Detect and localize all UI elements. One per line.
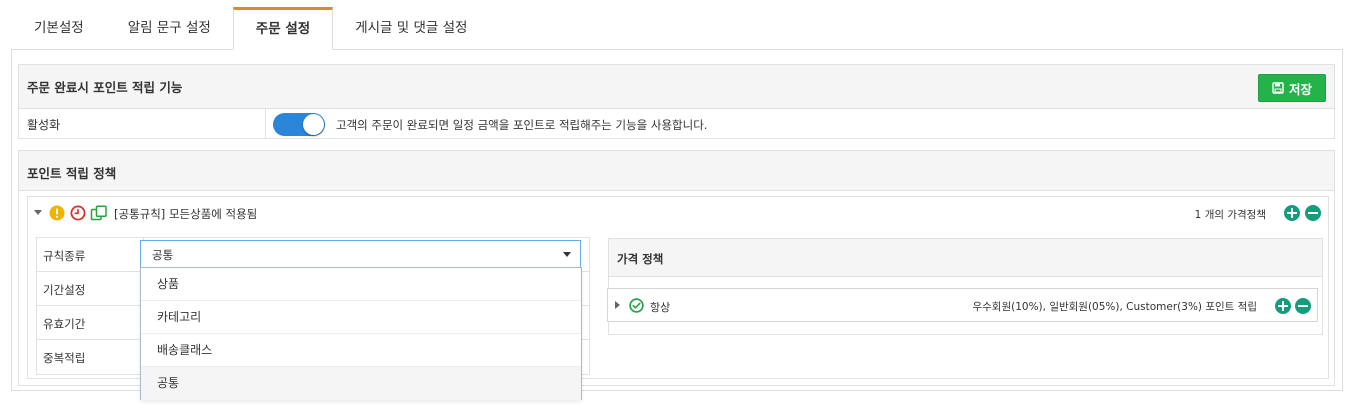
warning-icon[interactable] <box>49 205 65 221</box>
duplicate-label: 중복적립 <box>43 351 86 365</box>
save-icon <box>1272 82 1284 94</box>
point-policy-header: 포인트 적립 정책 <box>19 151 1334 191</box>
price-policy-name: 항상 <box>650 301 671 314</box>
save-button-label: 저장 <box>1288 81 1312 97</box>
rule-type-label: 규칙종류 <box>43 249 86 263</box>
validity-label: 유효기간 <box>43 317 86 331</box>
rule-header: [공통규칙] 모든상품에 적용됨 1 개의 가격정책 <box>28 197 1328 229</box>
tab-basic-settings[interactable]: 기본설정 <box>12 7 106 50</box>
price-policy-count: 1 개의 가격정책 <box>1194 209 1266 221</box>
activation-description: 고객의 주문이 완료되면 일정 금액을 포인트로 적립해주는 기능을 사용합니다… <box>336 118 708 132</box>
tab-bar: 기본설정 알림 문구 설정 주문 설정 게시글 및 댓글 설정 <box>12 7 489 50</box>
point-feature-title: 주문 완료시 포인트 적립 기능 <box>27 80 183 95</box>
collapse-caret-icon[interactable] <box>34 210 42 215</box>
price-policy-header: 가격 정책 <box>609 239 1322 277</box>
toggle-knob <box>303 114 324 135</box>
minus-circle-icon[interactable] <box>1305 205 1321 221</box>
point-feature-panel: 주문 완료시 포인트 적립 기능 저장 활성화 고객의 주문이 완료되면 일정 … <box>18 64 1335 139</box>
clock-icon[interactable] <box>70 205 86 221</box>
tab-notification-text[interactable]: 알림 문구 설정 <box>106 7 233 50</box>
plus-circle-icon[interactable] <box>1284 205 1300 221</box>
price-policy-description: 우수회원(10%), 일반회원(05%), Customer(3%) 포인트 적… <box>972 301 1257 313</box>
minus-circle-icon[interactable] <box>1295 298 1311 314</box>
tab-post-comment-settings[interactable]: 게시글 및 댓글 설정 <box>333 7 489 50</box>
dropdown-option-category[interactable]: 카테고리 <box>141 301 581 334</box>
price-policy-title: 가격 정책 <box>617 252 664 266</box>
price-policy-item[interactable]: 항상 우수회원(10%), 일반회원(05%), Customer(3%) 포인… <box>607 288 1318 322</box>
rule-type-dropdown: 상품 카테고리 배송클래스 공통 <box>140 267 582 400</box>
dropdown-option-common[interactable]: 공통 <box>141 367 581 400</box>
expand-caret-icon[interactable] <box>615 301 620 309</box>
check-circle-icon <box>629 298 644 313</box>
period-label: 기간설정 <box>43 283 86 297</box>
activation-label: 활성화 <box>27 118 61 132</box>
plus-circle-icon[interactable] <box>1275 298 1291 314</box>
rule-title: [공통규칙] 모든상품에 적용됨 <box>114 207 258 221</box>
copy-icon[interactable] <box>90 205 108 221</box>
rule-type-select[interactable]: 공통 <box>140 240 581 268</box>
activation-row: 활성화 고객의 주문이 완료되면 일정 금액을 포인트로 적립해주는 기능을 사… <box>19 109 1334 138</box>
activation-toggle[interactable] <box>273 113 325 136</box>
point-feature-header: 주문 완료시 포인트 적립 기능 저장 <box>19 65 1334 109</box>
tab-order-settings[interactable]: 주문 설정 <box>232 7 334 50</box>
save-button[interactable]: 저장 <box>1258 74 1326 102</box>
rule-type-select-value: 공통 <box>152 248 174 262</box>
dropdown-option-shipping-class[interactable]: 배송클래스 <box>141 334 581 367</box>
dropdown-option-product[interactable]: 상품 <box>141 268 581 301</box>
chevron-down-icon <box>563 252 571 257</box>
point-policy-title: 포인트 적립 정책 <box>27 166 117 181</box>
row-divider <box>265 109 266 138</box>
